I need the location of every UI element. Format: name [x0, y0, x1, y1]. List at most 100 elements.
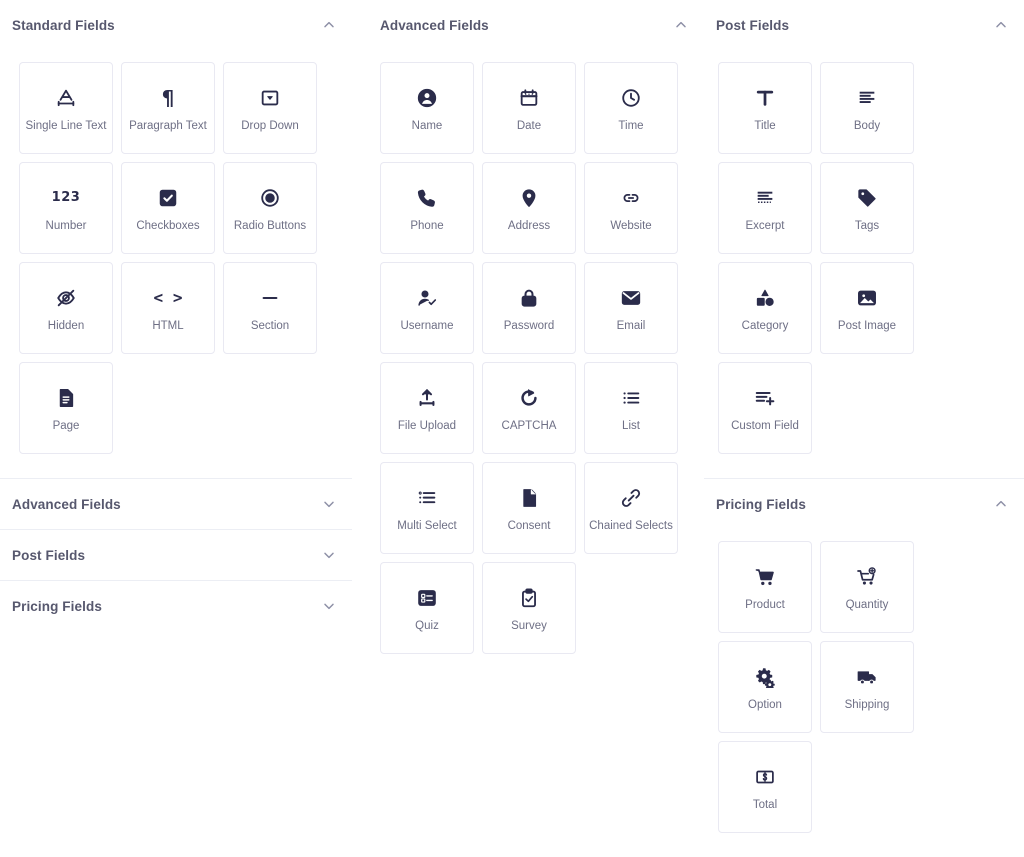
field-label: Page: [52, 419, 80, 432]
field-label: Quiz: [415, 619, 439, 632]
field-label: Website: [610, 219, 652, 232]
field-label: Post Image: [837, 319, 897, 332]
field-label: Title: [754, 119, 776, 132]
panel-title-standard-fields: Standard Fields: [12, 17, 115, 33]
field-label: Multi Select: [397, 519, 457, 532]
chevron-up-icon[interactable]: [990, 493, 1012, 515]
chevron-up-icon[interactable]: [670, 14, 692, 36]
panel-header-pricing-fields-collapsed[interactable]: Pricing Fields: [0, 581, 352, 631]
field-label: Username: [400, 319, 454, 332]
chevron-up-icon[interactable]: [990, 14, 1012, 36]
chevron-up-icon[interactable]: [318, 14, 340, 36]
custom-field-plus-icon: [754, 383, 776, 413]
field-card-hidden[interactable]: Hidden: [19, 262, 113, 354]
field-card-consent[interactable]: Consent: [482, 462, 576, 554]
field-card-html[interactable]: < > HTML: [121, 262, 215, 354]
field-card-website[interactable]: Website: [584, 162, 678, 254]
panel-standard-fields: Standard Fields Single Line Text ¶ Paragrap…: [0, 0, 352, 478]
panel-header-pricing-fields[interactable]: Pricing Fields: [704, 479, 1024, 529]
field-card-radio-buttons[interactable]: Radio Buttons: [223, 162, 317, 254]
field-card-name[interactable]: Name: [380, 62, 474, 154]
field-card-multi-select[interactable]: Multi Select: [380, 462, 474, 554]
field-card-title[interactable]: Title: [718, 62, 812, 154]
checkbox-icon: [157, 183, 179, 213]
field-card-body[interactable]: Body: [820, 62, 914, 154]
panel-header-advanced-fields[interactable]: Advanced Fields: [368, 0, 704, 50]
field-card-shipping[interactable]: Shipping: [820, 641, 914, 733]
field-label: Paragraph Text: [129, 119, 207, 132]
field-card-option[interactable]: Option: [718, 641, 812, 733]
field-card-list[interactable]: List: [584, 362, 678, 454]
number-icon: 123: [51, 190, 81, 206]
field-card-excerpt[interactable]: Excerpt: [718, 162, 812, 254]
section-dash-icon: [259, 283, 281, 313]
panel-title-pricing-fields-collapsed: Pricing Fields: [12, 598, 102, 614]
user-check-icon: [416, 283, 438, 313]
field-card-tags[interactable]: Tags: [820, 162, 914, 254]
field-label: Tags: [854, 219, 880, 232]
field-card-username[interactable]: Username: [380, 262, 474, 354]
field-label: Checkboxes: [136, 219, 200, 232]
paragraph-icon: ¶: [161, 85, 175, 110]
code-icon: < >: [153, 287, 184, 307]
column-post-pricing: Post Fields Title Body Excerpt Tags Category P…: [704, 0, 1024, 833]
chevron-down-icon[interactable]: [318, 544, 340, 566]
field-card-captcha[interactable]: CAPTCHA: [482, 362, 576, 454]
field-card-time[interactable]: Time: [584, 62, 678, 154]
field-card-total[interactable]: Total: [718, 741, 812, 833]
field-card-section[interactable]: Section: [223, 262, 317, 354]
field-card-checkboxes[interactable]: Checkboxes: [121, 162, 215, 254]
calendar-icon: [518, 83, 540, 113]
field-card-survey[interactable]: Survey: [482, 562, 576, 654]
field-label: Body: [853, 119, 881, 132]
panel-header-standard-fields[interactable]: Standard Fields: [0, 0, 352, 50]
field-card-post-image[interactable]: Post Image: [820, 262, 914, 354]
field-card-chained-selects[interactable]: Chained Selects: [584, 462, 678, 554]
field-grid-advanced-fields: Name Date Time Phone Address Website Username P…: [368, 50, 704, 678]
field-label: File Upload: [397, 419, 457, 432]
field-card-category[interactable]: Category: [718, 262, 812, 354]
field-label: Shipping: [844, 698, 890, 711]
field-label: Section: [250, 319, 290, 332]
field-label: Phone: [410, 219, 444, 232]
field-card-date[interactable]: Date: [482, 62, 576, 154]
field-card-number[interactable]: 123 Number: [19, 162, 113, 254]
field-grid-standard-fields: Single Line Text ¶ Paragraph Text Drop Down…: [0, 50, 352, 478]
lock-icon: [518, 283, 540, 313]
dollar-box-icon: [754, 762, 776, 792]
field-label: Category: [741, 319, 789, 332]
field-label: Number: [45, 219, 87, 232]
field-card-paragraph-text[interactable]: ¶ Paragraph Text: [121, 62, 215, 154]
field-card-custom-field[interactable]: Custom Field: [718, 362, 812, 454]
field-card-quantity[interactable]: Quantity: [820, 541, 914, 633]
field-label: List: [622, 419, 640, 432]
field-card-product[interactable]: Product: [718, 541, 812, 633]
field-label: Survey: [511, 619, 547, 632]
panel-advanced-fields: Advanced Fields Name Date Time Phone Address W…: [368, 0, 704, 678]
field-card-email[interactable]: Email: [584, 262, 678, 354]
chevron-down-icon[interactable]: [318, 493, 340, 515]
field-card-quiz[interactable]: Quiz: [380, 562, 474, 654]
map-pin-icon: [518, 183, 540, 213]
field-card-phone[interactable]: Phone: [380, 162, 474, 254]
quiz-icon: [416, 583, 438, 613]
field-card-address[interactable]: Address: [482, 162, 576, 254]
field-card-drop-down[interactable]: Drop Down: [223, 62, 317, 154]
cart-quantity-icon: [856, 562, 878, 592]
field-picker-board: Standard Fields Single Line Text ¶ Paragrap…: [0, 0, 1024, 833]
column-standard: Standard Fields Single Line Text ¶ Paragrap…: [0, 0, 352, 697]
phone-icon: [416, 183, 438, 213]
panel-header-advanced-fields-collapsed[interactable]: Advanced Fields: [0, 479, 352, 529]
user-circle-icon: [416, 83, 438, 113]
field-card-single-line-text[interactable]: Single Line Text: [19, 62, 113, 154]
field-label: Date: [516, 119, 542, 132]
field-card-page[interactable]: Page: [19, 362, 113, 454]
eye-off-icon: [55, 283, 77, 313]
cart-icon: [754, 562, 776, 592]
chevron-down-icon[interactable]: [318, 595, 340, 617]
panel-header-post-fields[interactable]: Post Fields: [704, 0, 1024, 50]
field-card-password[interactable]: Password: [482, 262, 576, 354]
field-label: Password: [503, 319, 555, 332]
panel-header-post-fields-collapsed[interactable]: Post Fields: [0, 530, 352, 580]
field-card-file-upload[interactable]: File Upload: [380, 362, 474, 454]
